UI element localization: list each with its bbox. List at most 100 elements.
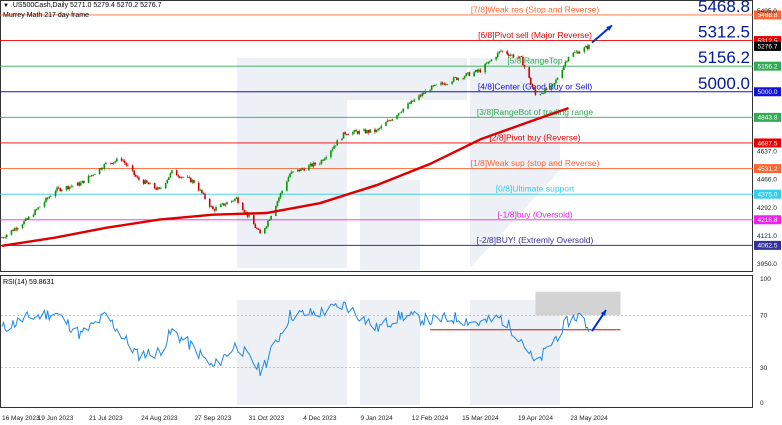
candle	[177, 173, 180, 179]
candle	[133, 170, 135, 177]
candle	[385, 121, 387, 127]
candle	[410, 99, 412, 105]
candle	[23, 220, 25, 225]
candle	[342, 132, 345, 139]
price-tag-3: 5156.2	[754, 61, 781, 71]
candle	[153, 182, 156, 190]
candle	[353, 129, 356, 134]
candle	[430, 85, 433, 91]
candle	[1, 236, 3, 239]
price-tick-3: 4292.0	[757, 205, 777, 212]
price-tag-7: 4531.2	[754, 164, 781, 174]
rsi-target-box	[535, 291, 621, 316]
candle	[197, 181, 200, 192]
candle	[112, 162, 115, 165]
candle	[286, 180, 288, 192]
candle	[67, 185, 69, 191]
date-tick-1: 19 Jun 2023	[38, 415, 74, 422]
candle	[160, 186, 162, 190]
candle	[501, 50, 504, 53]
candle	[389, 119, 392, 122]
candle	[68, 186, 71, 192]
candle	[21, 223, 24, 230]
candle	[190, 177, 192, 183]
candle	[500, 49, 502, 53]
big-value-2: 5156.2	[698, 48, 750, 67]
candle	[402, 108, 405, 113]
price-tag-9: 4218.8	[754, 215, 781, 225]
candle	[193, 179, 195, 184]
candle	[35, 208, 38, 212]
price-tag-5: 4843.8	[754, 112, 781, 122]
candle	[79, 181, 82, 186]
candle	[59, 187, 62, 192]
date-tick-11: 23 May 2024	[570, 415, 608, 422]
price-tag-6: 4687.5	[754, 138, 781, 148]
candle	[114, 160, 117, 164]
svg-text:4843.8: 4843.8	[758, 115, 778, 122]
murrey-level-label-5: [3/8]RangeBot of trading range	[477, 107, 594, 117]
candle	[374, 127, 376, 134]
candle	[45, 197, 47, 203]
date-tick-2: 21 Jul 2023	[89, 415, 123, 422]
candle	[388, 119, 390, 122]
candle	[16, 227, 19, 232]
candle	[264, 227, 266, 235]
svg-text:4062.5: 4062.5	[758, 243, 778, 250]
candle	[369, 129, 372, 134]
candle	[15, 226, 17, 232]
date-tick-5: 31 Oct 2023	[249, 415, 285, 422]
symbol-header: ▼ .US500Cash,Daily 5271.0 5279.4 5270.2 …	[3, 2, 162, 9]
candle	[188, 175, 191, 179]
big-level-values: 5468.8 5312.5 5156.2 5000.0	[698, 0, 750, 93]
price-tick-5: 3950.0	[757, 261, 777, 268]
candle	[83, 180, 85, 185]
candle	[529, 76, 532, 86]
candle	[92, 174, 95, 177]
candle	[391, 118, 394, 122]
candle	[575, 49, 578, 54]
candle	[583, 46, 586, 54]
candle	[168, 177, 170, 181]
svg-text:4687.5: 4687.5	[758, 140, 778, 147]
candle	[138, 175, 140, 182]
candle	[223, 203, 225, 207]
candle	[585, 45, 587, 48]
candle	[224, 202, 227, 208]
candle	[219, 203, 222, 208]
svg-text:5156.2: 5156.2	[758, 63, 778, 70]
candle	[586, 44, 589, 51]
murrey-level-label-7: [1/8]Weak sup (stop and Reverse)	[471, 158, 600, 168]
candle	[270, 215, 272, 221]
murrey-level-label-3: [5/8]RangeTop	[507, 56, 563, 66]
candle	[122, 158, 124, 163]
candle	[364, 128, 367, 134]
chart-canvas: [8/8]Ultimate resistance[7/8]Weak res (S…	[0, 0, 782, 422]
candle	[574, 50, 576, 54]
rsi-tick-3: 0	[760, 400, 764, 407]
candle	[56, 185, 58, 193]
candle	[94, 173, 96, 175]
candle	[57, 186, 60, 190]
candle	[208, 198, 211, 209]
candle	[375, 129, 378, 133]
price-tag-8: 4375.0	[754, 189, 781, 199]
big-value-3: 5000.0	[698, 74, 750, 93]
candle	[215, 205, 217, 212]
rsi-tick-0: 100	[760, 276, 771, 283]
rsi-header: RSI(14) 59.8631	[3, 279, 55, 286]
candle	[109, 162, 112, 165]
collapse-icon[interactable]: ▼	[3, 3, 9, 9]
candle	[578, 50, 581, 54]
murrey-level-label-9: [-1/8]buy (Oversold)	[497, 209, 572, 219]
candle	[191, 178, 194, 185]
candle	[182, 176, 184, 179]
candle	[70, 184, 73, 188]
candle	[397, 112, 400, 117]
candle	[380, 124, 383, 130]
candle	[400, 110, 403, 114]
candle	[367, 129, 370, 135]
date-tick-6: 4 Dec 2023	[303, 415, 337, 422]
price-tag-4: 5000.0	[754, 87, 781, 97]
price-axis-strip	[753, 0, 782, 408]
